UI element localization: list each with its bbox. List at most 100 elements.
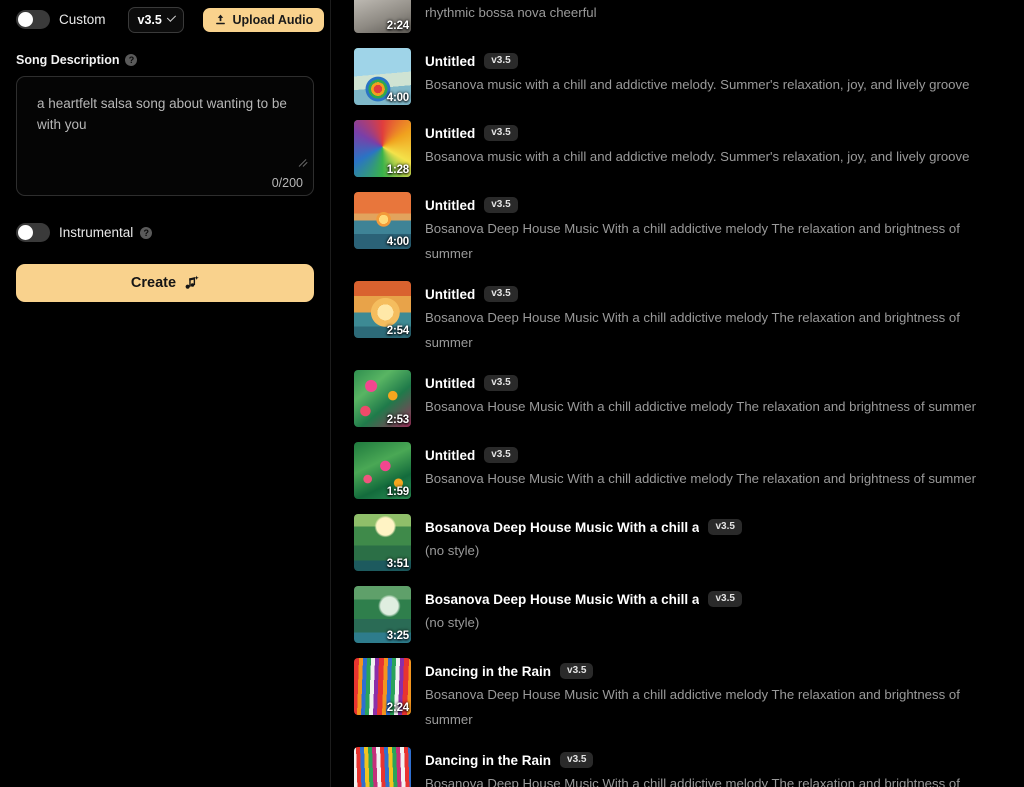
- song-title-row: Untitled v3.5: [425, 53, 1004, 69]
- song-artwork: [354, 747, 411, 787]
- song-description-label: Song Description: [16, 53, 120, 67]
- song-thumbnail[interactable]: 4:00: [354, 192, 411, 249]
- song-thumbnail[interactable]: 2:54: [354, 281, 411, 338]
- song-list-item[interactable]: 2:24 Summer Sunshinev3.5rhythmic bossa no…: [354, 0, 1004, 33]
- song-list-item[interactable]: 1:59 Untitled v3.5 Bosanova House Music Wit…: [354, 442, 1004, 499]
- song-list-item[interactable]: 2:53 Untitled v3.5 Bosanova House Music Wit…: [354, 370, 1004, 427]
- song-list[interactable]: 2:24 Summer Sunshinev3.5rhythmic bossa no…: [331, 0, 1024, 787]
- song-duration: 4:00: [386, 92, 409, 104]
- custom-mode-label: Custom: [59, 12, 106, 27]
- instrumental-toggle[interactable]: [16, 223, 50, 242]
- song-version-badge: v3.5: [484, 125, 518, 141]
- song-title: Untitled: [425, 375, 476, 391]
- song-description-label-row: Song Description ?: [16, 53, 314, 67]
- song-description: Bosanova Deep House Music With a chill a…: [425, 310, 960, 350]
- upload-icon: [215, 14, 225, 25]
- song-thumbnail[interactable]: 2:53: [354, 370, 411, 427]
- textarea-resize-handle[interactable]: [299, 157, 309, 167]
- song-title: Bosanova Deep House Music With a chill a: [425, 591, 700, 607]
- song-description: (no style): [425, 615, 480, 630]
- song-description-input[interactable]: a heartfelt salsa song about wanting to …: [37, 93, 293, 135]
- song-meta: Untitled v3.5 Bosanova House Music With a …: [425, 370, 1004, 419]
- song-title-row: Untitled v3.5: [425, 286, 1004, 302]
- song-title: Untitled: [425, 125, 476, 141]
- song-duration: 3:51: [386, 558, 409, 570]
- character-counter: 0/200: [271, 176, 303, 190]
- song-description: Bosanova House Music With a chill addict…: [425, 399, 976, 414]
- song-title-row: Untitled v3.5: [425, 447, 1004, 463]
- song-list-item[interactable]: 4:00 Untitled v3.5 Bosanova music with a ch…: [354, 48, 1004, 105]
- music-sparkle-icon: [185, 275, 199, 289]
- song-version-badge: v3.5: [560, 663, 594, 679]
- model-version-value: v3.5: [137, 12, 162, 27]
- create-button-label: Create: [130, 275, 177, 291]
- song-description: Bosanova House Music With a chill addict…: [425, 471, 976, 486]
- song-thumbnail[interactable]: 2:24: [354, 658, 411, 715]
- song-version-badge: v3.5: [708, 519, 742, 535]
- song-duration: 1:28: [386, 164, 409, 176]
- song-thumbnail[interactable]: 1:28: [354, 120, 411, 177]
- song-title-row: Untitled v3.5: [425, 125, 1004, 141]
- song-title: Untitled: [425, 53, 476, 69]
- song-title: Bosanova Deep House Music With a chill a: [425, 519, 700, 535]
- instrumental-label: Instrumental: [59, 225, 134, 240]
- app-root: Custom v3.5 Upload Audio Song Descriptio…: [0, 0, 1024, 787]
- upload-audio-label: Upload Audio: [232, 12, 314, 27]
- song-description: Bosanova music with a chill and addictiv…: [425, 77, 970, 92]
- upload-audio-button[interactable]: Upload Audio: [202, 7, 325, 32]
- help-icon[interactable]: ?: [125, 54, 138, 66]
- custom-mode-toggle[interactable]: [16, 10, 50, 29]
- song-list-item[interactable]: 2:51 Dancing in the Rain v3.5 Bosanova Deep…: [354, 747, 1004, 787]
- song-list-item[interactable]: 2:54 Untitled v3.5 Bosanova Deep House Musi…: [354, 281, 1004, 355]
- song-list-item[interactable]: 4:00 Untitled v3.5 Bosanova Deep House Musi…: [354, 192, 1004, 266]
- song-thumbnail[interactable]: 3:51: [354, 514, 411, 571]
- song-description: Bosanova Deep House Music With a chill a…: [425, 687, 960, 727]
- song-thumbnail[interactable]: 4:00: [354, 48, 411, 105]
- song-description-field[interactable]: a heartfelt salsa song about wanting to …: [16, 76, 314, 196]
- song-thumbnail[interactable]: 2:24: [354, 0, 411, 33]
- song-version-badge: v3.5: [484, 53, 518, 69]
- create-button[interactable]: Create: [16, 264, 314, 302]
- song-description: rhythmic bossa nova cheerful: [425, 5, 597, 20]
- song-meta: Summer Sunshinev3.5rhythmic bossa nova c…: [425, 0, 1004, 25]
- song-title-row: Untitled v3.5: [425, 375, 1004, 391]
- song-version-badge: v3.5: [708, 591, 742, 607]
- song-list-item[interactable]: 1:28 Untitled v3.5 Bosanova music with a ch…: [354, 120, 1004, 177]
- create-panel: Custom v3.5 Upload Audio Song Descriptio…: [0, 0, 331, 787]
- song-title: Dancing in the Rain: [425, 752, 552, 768]
- song-meta: Untitled v3.5 Bosanova House Music With a …: [425, 442, 1004, 491]
- song-title-row: Dancing in the Rain v3.5: [425, 663, 1004, 679]
- song-meta: Untitled v3.5 Bosanova music with a chill …: [425, 48, 1004, 97]
- song-list-item[interactable]: 3:25 Bosanova Deep House Music With a chi…: [354, 586, 1004, 643]
- song-title: Untitled: [425, 447, 476, 463]
- song-duration: 1:59: [386, 486, 409, 498]
- song-version-badge: v3.5: [484, 375, 518, 391]
- song-meta: Dancing in the Rain v3.5 Bosanova Deep Hou…: [425, 747, 1004, 787]
- song-title-row: Dancing in the Rain v3.5: [425, 752, 1004, 768]
- song-description: Bosanova music with a chill and addictiv…: [425, 149, 970, 164]
- song-duration: 3:25: [386, 630, 409, 642]
- song-thumbnail[interactable]: 3:25: [354, 586, 411, 643]
- chevron-down-icon: [166, 12, 176, 22]
- song-meta: Dancing in the Rain v3.5 Bosanova Deep Hou…: [425, 658, 1004, 732]
- song-duration: 4:00: [386, 236, 409, 248]
- song-title: Untitled: [425, 197, 476, 213]
- help-icon[interactable]: ?: [140, 226, 153, 239]
- song-version-badge: v3.5: [560, 752, 594, 768]
- song-meta: Untitled v3.5 Bosanova Deep House Music Wi…: [425, 281, 1004, 355]
- song-version-badge: v3.5: [484, 286, 518, 302]
- song-duration: 2:24: [386, 702, 409, 714]
- instrumental-row: Instrumental ?: [16, 223, 314, 242]
- song-thumbnail[interactable]: 2:51: [354, 747, 411, 787]
- song-title-row: Bosanova Deep House Music With a chill a…: [425, 519, 1004, 535]
- song-duration: 2:54: [386, 325, 409, 337]
- toggle-knob: [18, 12, 33, 27]
- toggle-knob: [18, 225, 33, 240]
- song-duration: 2:24: [386, 20, 409, 32]
- song-thumbnail[interactable]: 1:59: [354, 442, 411, 499]
- song-list-item[interactable]: 3:51 Bosanova Deep House Music With a chi…: [354, 514, 1004, 571]
- song-list-rows: 2:24 Summer Sunshinev3.5rhythmic bossa no…: [354, 0, 1004, 787]
- song-title: Untitled: [425, 286, 476, 302]
- model-version-select[interactable]: v3.5: [127, 6, 184, 33]
- song-list-item[interactable]: 2:24 Dancing in the Rain v3.5 Bosanova Deep…: [354, 658, 1004, 732]
